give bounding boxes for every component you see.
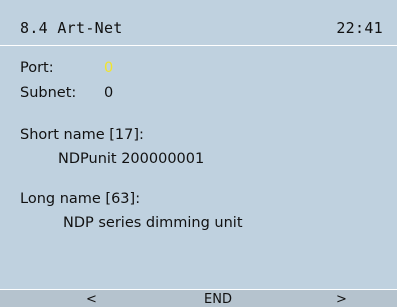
softkey-bar: < END > xyxy=(0,289,397,307)
long-name-field[interactable]: NDP series dimming unit xyxy=(63,215,243,231)
port-value-field[interactable]: 0 xyxy=(104,60,113,76)
end-softkey[interactable]: END xyxy=(204,293,232,307)
port-label: Port: xyxy=(20,60,54,76)
short-name-label: Short name [17]: xyxy=(20,127,144,143)
next-softkey[interactable]: > xyxy=(336,293,347,307)
subnet-value-field[interactable]: 0 xyxy=(104,85,113,101)
short-name-field[interactable]: NDPunit 200000001 xyxy=(58,151,204,167)
clock: 22:41 xyxy=(336,19,383,37)
subnet-label: Subnet: xyxy=(20,85,77,101)
title-bar: 8.4 Art-Net 22:41 xyxy=(0,0,397,46)
long-name-label: Long name [63]: xyxy=(20,191,141,207)
prev-softkey[interactable]: < xyxy=(86,293,97,307)
page-title: 8.4 Art-Net xyxy=(20,19,123,37)
device-screen: 8.4 Art-Net 22:41 Port: 0 Subnet: 0 Shor… xyxy=(0,0,397,307)
